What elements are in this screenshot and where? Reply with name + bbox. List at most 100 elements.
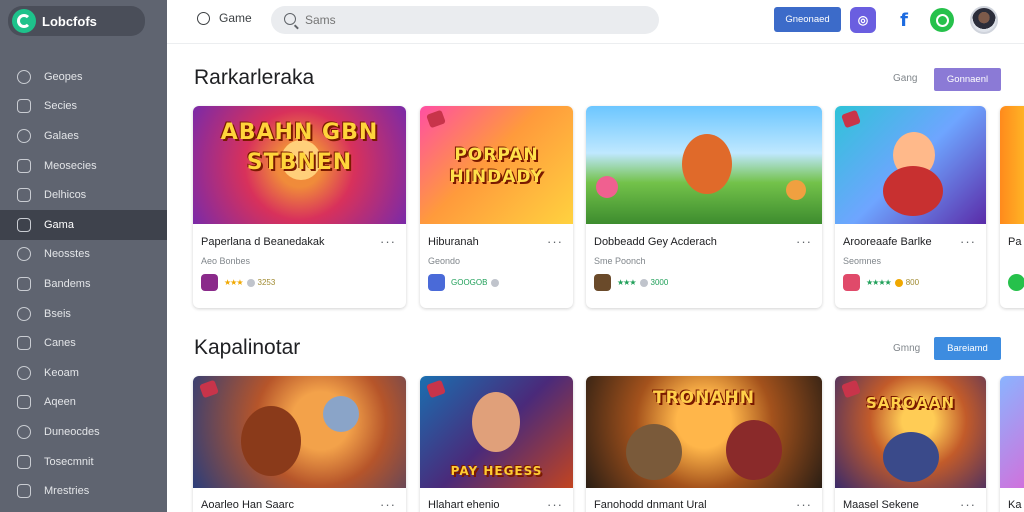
- badge-icon: [199, 379, 219, 399]
- card-title: Hiburanah: [428, 236, 479, 248]
- list-icon: [17, 217, 31, 232]
- sidebar-item-mrestries[interactable]: Mrestries: [0, 476, 167, 506]
- game-card[interactable]: Dobbeadd Gey Acderach ··· Sme Poonch ★★★…: [586, 106, 822, 308]
- app-icon: [594, 274, 611, 291]
- sidebar-item-galaes[interactable]: Galaes: [0, 121, 167, 151]
- sidebar-item-label: Gama: [44, 218, 74, 231]
- search-bar[interactable]: [271, 6, 659, 34]
- trophy-icon: [17, 424, 31, 439]
- sidebar-item-secies[interactable]: Secies: [0, 92, 167, 122]
- more-icon[interactable]: ···: [547, 497, 563, 512]
- sidebar-item-canes[interactable]: Canes: [0, 328, 167, 358]
- section-action-button[interactable]: Gonnaenl: [934, 68, 1001, 91]
- more-icon[interactable]: ···: [796, 234, 812, 249]
- card-title: Aoarleo Han Saarc: [201, 499, 294, 511]
- see-all-link[interactable]: Gmng: [893, 343, 920, 354]
- top-header: Game Gneonaed ◎ f: [167, 0, 1024, 44]
- game-thumbnail: [1000, 376, 1024, 488]
- game-card[interactable]: PORPAN HINDADY Hiburanah ··· Geondo GOOG…: [420, 106, 573, 308]
- game-card[interactable]: SAROAAN Maasel Sekene ···: [835, 376, 986, 512]
- game-thumbnail: SAROAAN: [835, 376, 986, 488]
- more-icon[interactable]: ···: [380, 497, 396, 512]
- app-icon: [1008, 274, 1024, 291]
- sidebar-item-bandems[interactable]: Bandems: [0, 269, 167, 299]
- card-title: Paperlana d Beanedakak: [201, 236, 325, 248]
- app-logo[interactable]: Lobcfofs: [8, 6, 145, 36]
- clock-icon: [17, 365, 31, 380]
- sidebar-nav: Geopes Secies Galaes Meosecies Delhicos …: [0, 62, 167, 506]
- sidebar-item-label: Meosecies: [44, 159, 97, 172]
- home-label: Game: [219, 11, 252, 25]
- facebook-icon[interactable]: f: [891, 7, 917, 33]
- game-thumbnail: [193, 376, 406, 488]
- avatar[interactable]: [970, 6, 998, 34]
- search-icon: [284, 13, 296, 25]
- game-card[interactable]: Aoarleo Han Saarc ···: [193, 376, 406, 512]
- more-icon[interactable]: ···: [960, 497, 976, 512]
- rating-stars: ★★★: [224, 278, 243, 287]
- card-meta: ★★★ 3253: [201, 274, 275, 291]
- thumbnail-title: SAROAAN: [865, 394, 956, 412]
- search-input[interactable]: [305, 13, 625, 27]
- sidebar-item-geopes[interactable]: Geopes: [0, 62, 167, 92]
- bookmark-icon: [17, 484, 31, 499]
- card-title: Fanohodd dnmant Ural: [594, 499, 707, 511]
- more-icon[interactable]: ···: [380, 234, 396, 249]
- target-icon: [17, 306, 31, 321]
- game-card[interactable]: TRONAHN Fanohodd dnmant Ural ···: [586, 376, 822, 512]
- see-all-link[interactable]: Gang: [893, 73, 917, 84]
- sidebar-item-meosecies[interactable]: Meosecies: [0, 151, 167, 181]
- game-thumbnail: TRONAHN: [586, 376, 822, 488]
- card-meta: ★★★ 3000: [594, 274, 668, 291]
- logo-text: Lobcfofs: [42, 13, 97, 29]
- game-card[interactable]: Ka: [1000, 376, 1024, 512]
- sidebar-item-bseis[interactable]: Bseis: [0, 299, 167, 329]
- sidebar-item-label: Geopes: [44, 70, 83, 83]
- home-link[interactable]: Game: [197, 11, 252, 25]
- sidebar-item-label: Duneocdes: [44, 425, 100, 438]
- more-icon[interactable]: ···: [547, 234, 563, 249]
- sidebar-item-neosstes[interactable]: Neosstes: [0, 240, 167, 270]
- sidebar-item-label: Galaes: [44, 129, 79, 142]
- card-subtitle: Aeo Bonbes: [201, 256, 251, 266]
- game-thumbnail: ABAHN GBN STBNEN: [193, 106, 406, 224]
- whatsapp-icon[interactable]: [930, 8, 954, 32]
- game-thumbnail: [835, 106, 986, 224]
- card-subtitle: Geondo: [428, 256, 461, 266]
- sidebar-item-delhicos[interactable]: Delhicos: [0, 180, 167, 210]
- more-icon[interactable]: ···: [960, 234, 976, 249]
- compass-icon: [17, 69, 31, 84]
- sidebar-item-aqeen[interactable]: Aqeen: [0, 388, 167, 418]
- rating-stars: ★★★★: [866, 278, 892, 287]
- card-stat: 800: [905, 278, 920, 287]
- game-card[interactable]: Arooreaafe Barlke ··· Seomnes ★★★★ 800: [835, 106, 986, 308]
- card-subtitle: Sme Poonch: [594, 256, 646, 266]
- card-subtitle: Seomnes: [843, 256, 882, 266]
- game-card[interactable]: Pa: [1000, 106, 1024, 308]
- thumbnail-title: PORPAN HINDADY: [449, 145, 544, 187]
- sidebar-item-duneocdes[interactable]: Duneocdes: [0, 417, 167, 447]
- sidebar-item-tosecmnit[interactable]: Tosecmnit: [0, 447, 167, 477]
- header-action-button[interactable]: Gneonaed: [774, 7, 841, 32]
- coin-icon: [894, 278, 903, 287]
- badge-icon: [841, 109, 861, 129]
- sidebar-item-label: Mrestries: [44, 485, 90, 498]
- coin-icon: [246, 278, 255, 287]
- sidebar-item-keoam[interactable]: Keoam: [0, 358, 167, 388]
- more-icon[interactable]: ···: [796, 497, 812, 512]
- puzzle-icon: [17, 188, 31, 203]
- game-card[interactable]: PAY HEGESS Hlahart ehenio ···: [420, 376, 573, 512]
- section-action-button[interactable]: Bareiamd: [934, 337, 1001, 360]
- instagram-icon[interactable]: ◎: [850, 7, 876, 33]
- sidebar-item-gama[interactable]: Gama: [0, 209, 167, 240]
- logo-icon: [12, 9, 36, 33]
- game-thumbnail: PORPAN HINDADY: [420, 106, 573, 224]
- card-title: Arooreaafe Barlke: [843, 236, 932, 248]
- game-card[interactable]: ABAHN GBN STBNEN Paperlana d Beanedakak …: [193, 106, 406, 308]
- coin-icon: [639, 278, 648, 287]
- section-title: Rarkarleraka: [194, 66, 315, 89]
- card-title: Ka: [1008, 499, 1022, 511]
- card-title: Dobbeadd Gey Acderach: [594, 236, 717, 248]
- grid-icon: [17, 99, 31, 114]
- card-stat: 3253: [257, 278, 276, 287]
